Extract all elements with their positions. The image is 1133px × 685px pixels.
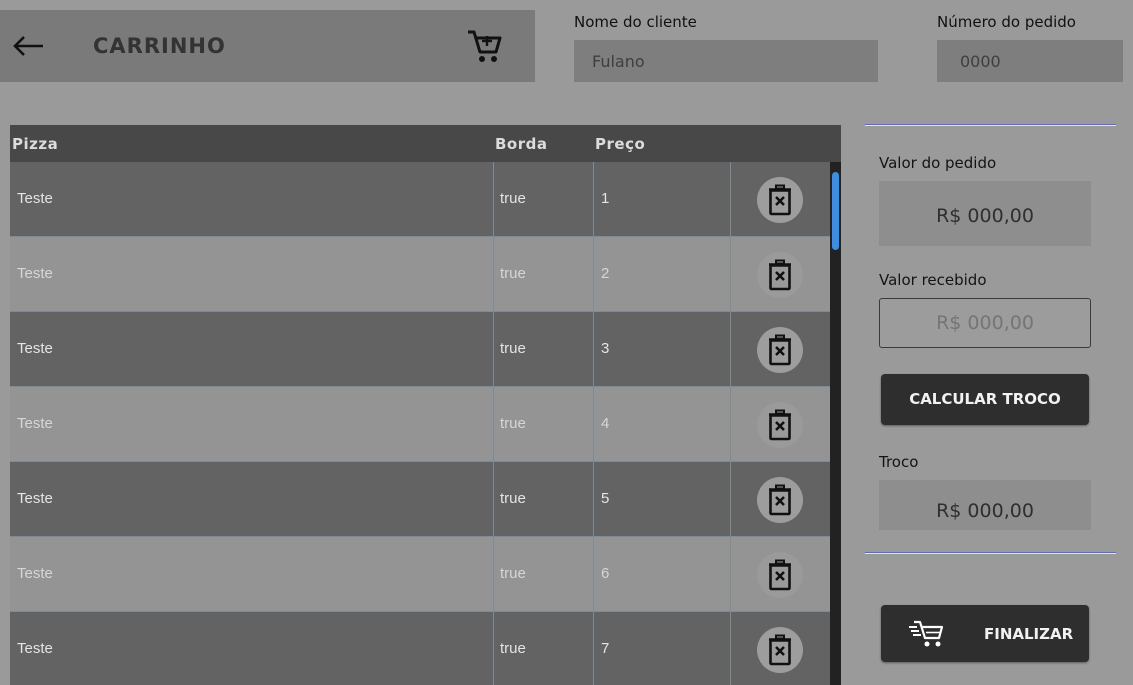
preco-cell: 3: [601, 340, 610, 357]
fast-cart-icon: [909, 620, 944, 647]
delete-button[interactable]: [757, 402, 803, 448]
finalize-label: FINALIZAR: [984, 625, 1074, 643]
pizza-cell: Teste: [17, 490, 53, 507]
table-row[interactable]: Teste true 7: [10, 612, 830, 685]
column-divider: [493, 462, 494, 536]
received-value-input[interactable]: [879, 298, 1091, 348]
customer-name-input[interactable]: [574, 40, 878, 82]
table-header: Pizza Borda Preço: [10, 125, 841, 162]
delete-button[interactable]: [757, 177, 803, 223]
table-scrollbar[interactable]: [830, 162, 841, 685]
pizza-cell: Teste: [17, 265, 53, 282]
scrollbar-thumb[interactable]: [832, 172, 839, 250]
customer-name-label: Nome do cliente: [574, 13, 697, 31]
preco-cell: 7: [601, 640, 610, 657]
trash-delete-icon: [769, 484, 791, 516]
summary-divider-bottom: [865, 552, 1116, 554]
column-divider: [593, 612, 594, 685]
column-divider: [730, 312, 731, 386]
delete-button[interactable]: [757, 552, 803, 598]
table-row[interactable]: Teste true 5: [10, 462, 830, 537]
column-divider: [730, 612, 731, 685]
column-header-borda: Borda: [495, 135, 548, 153]
column-header-preco: Preço: [595, 135, 646, 153]
preco-cell: 1: [601, 190, 610, 207]
column-divider: [730, 537, 731, 611]
column-divider: [593, 312, 594, 386]
pizza-cell: Teste: [17, 340, 53, 357]
received-value-label: Valor recebido: [879, 271, 987, 289]
borda-cell: true: [500, 265, 526, 282]
summary-divider-top: [865, 124, 1116, 126]
table-row[interactable]: Teste true 3: [10, 312, 830, 387]
pizza-cell: Teste: [17, 415, 53, 432]
arrow-left-icon[interactable]: [12, 32, 46, 60]
table-row[interactable]: Teste true 6: [10, 537, 830, 612]
trash-delete-icon: [769, 259, 791, 291]
table-row[interactable]: Teste true 4: [10, 387, 830, 462]
change-label: Troco: [879, 453, 919, 471]
order-number-label: Número do pedido: [937, 13, 1076, 31]
pizza-cell: Teste: [17, 565, 53, 582]
calculate-change-button[interactable]: CALCULAR TROCO: [881, 374, 1089, 425]
preco-cell: 5: [601, 490, 610, 507]
column-divider: [493, 162, 494, 236]
order-number-input[interactable]: [937, 40, 1123, 82]
delete-button[interactable]: [757, 477, 803, 523]
column-divider: [593, 162, 594, 236]
column-divider: [493, 237, 494, 311]
column-divider: [730, 162, 731, 236]
preco-cell: 2: [601, 265, 610, 282]
page-title: CARRINHO: [93, 34, 226, 58]
trash-delete-icon: [769, 409, 791, 441]
borda-cell: true: [500, 340, 526, 357]
borda-cell: true: [500, 415, 526, 432]
finalize-button[interactable]: FINALIZAR: [881, 605, 1089, 662]
column-divider: [593, 237, 594, 311]
column-divider: [730, 387, 731, 461]
pizza-cell: Teste: [17, 190, 53, 207]
column-divider: [593, 462, 594, 536]
trash-delete-icon: [769, 334, 791, 366]
column-divider: [493, 537, 494, 611]
pizza-cell: Teste: [17, 640, 53, 657]
shopping-cart-icon: [468, 30, 502, 62]
preco-cell: 6: [601, 565, 610, 582]
column-divider: [493, 312, 494, 386]
preco-cell: 4: [601, 415, 610, 432]
borda-cell: true: [500, 565, 526, 582]
column-divider: [493, 387, 494, 461]
delete-button[interactable]: [757, 327, 803, 373]
column-divider: [730, 462, 731, 536]
delete-button[interactable]: [757, 627, 803, 673]
cart-table: Pizza Borda Preço Teste true 1 Teste tru…: [10, 125, 841, 685]
borda-cell: true: [500, 490, 526, 507]
borda-cell: true: [500, 190, 526, 207]
table-row[interactable]: Teste true 2: [10, 237, 830, 312]
column-divider: [493, 612, 494, 685]
trash-delete-icon: [769, 184, 791, 216]
trash-delete-icon: [769, 559, 791, 591]
borda-cell: true: [500, 640, 526, 657]
change-display: R$ 000,00: [879, 480, 1091, 530]
table-body: Teste true 1 Teste true 2 Teste true 3 T…: [10, 162, 830, 685]
header-bar: CARRINHO: [0, 10, 535, 82]
delete-button[interactable]: [757, 252, 803, 298]
column-header-pizza: Pizza: [12, 135, 59, 153]
order-value-display: R$ 000,00: [879, 181, 1091, 246]
table-row[interactable]: Teste true 1: [10, 162, 830, 237]
column-divider: [730, 237, 731, 311]
order-value-label: Valor do pedido: [879, 154, 997, 172]
column-divider: [593, 537, 594, 611]
column-divider: [593, 387, 594, 461]
trash-delete-icon: [769, 634, 791, 666]
